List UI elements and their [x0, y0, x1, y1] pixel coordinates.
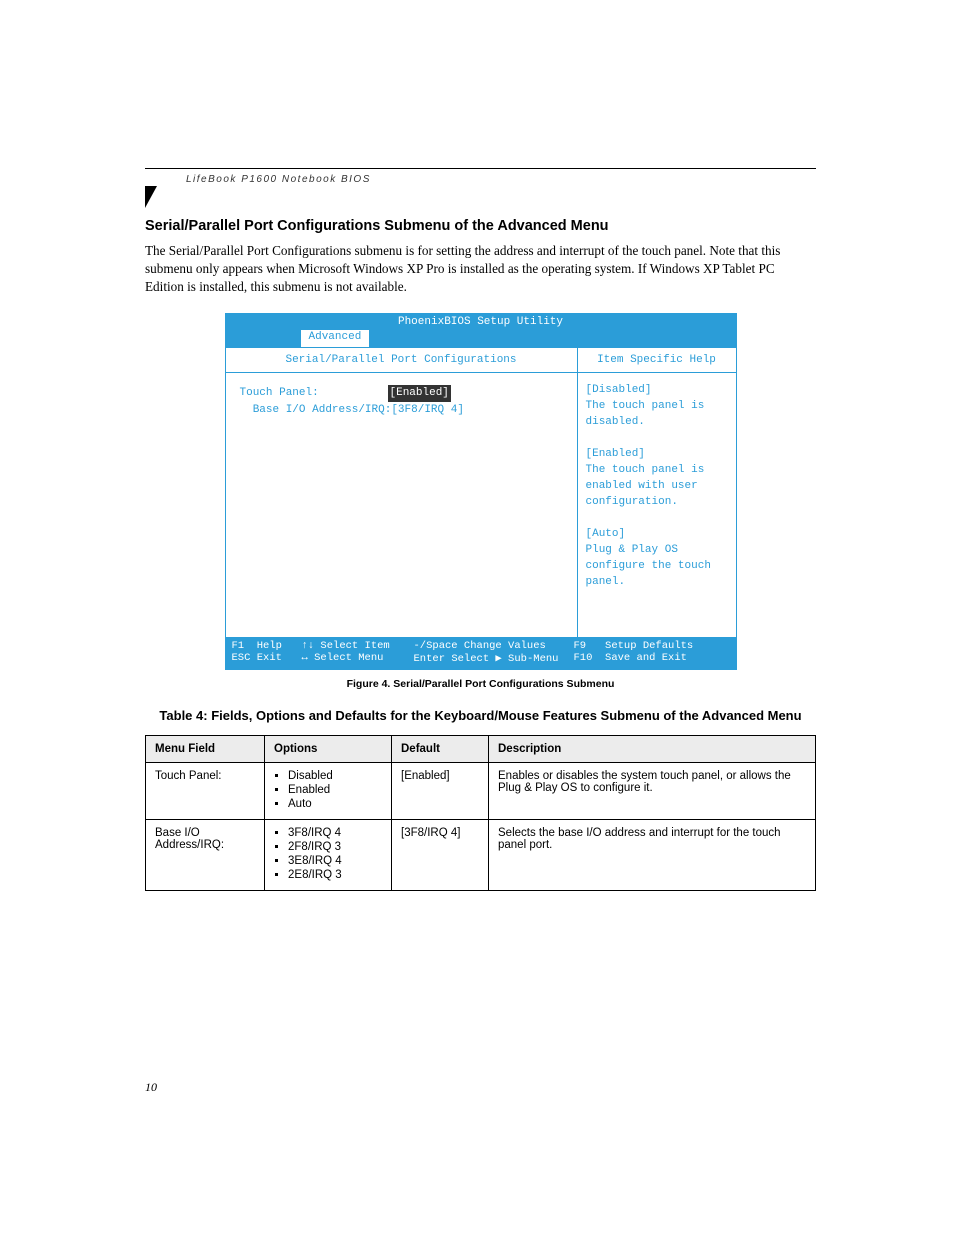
bios-help-pane: Item Specific Help [Disabled] The touch … — [578, 348, 736, 637]
bios-row-base-io: Base I/O Address/IRQ: [3F8/IRQ 4] — [240, 402, 563, 419]
bios-key-leftright: ↔ — [302, 652, 308, 664]
option-item: 2E8/IRQ 3 — [288, 869, 382, 881]
th-default: Default — [392, 736, 489, 763]
bios-left-heading: Serial/Parallel Port Configurations — [226, 348, 577, 373]
page-content: Serial/Parallel Port Configurations Subm… — [145, 218, 816, 891]
bios-settings-list: Touch Panel: [Enabled] Base I/O Address/… — [226, 373, 577, 637]
option-item: Disabled — [288, 770, 382, 782]
bios-action-help: Help — [257, 640, 282, 652]
cell-menu-field: Touch Panel: — [146, 763, 265, 820]
th-menu-field: Menu Field — [146, 736, 265, 763]
header-rule — [145, 168, 816, 169]
option-item: Auto — [288, 798, 382, 810]
option-item: 3F8/IRQ 4 — [288, 827, 382, 839]
bios-footer-row1: F1 Help ↑↓ Select Item -/Space Change Va… — [232, 640, 730, 652]
bios-footer-row2: ESC Exit ↔ Select Menu Enter Select ▶ Su… — [232, 652, 730, 665]
bios-key-updown: ↑↓ — [302, 640, 315, 652]
option-item: Enabled — [288, 784, 382, 796]
cell-description: Enables or disables the system touch pan… — [489, 763, 816, 820]
bios-tab-spacer — [226, 330, 301, 347]
bios-action-exit: Exit — [257, 652, 282, 664]
running-header: LifeBook P1600 Notebook BIOS — [186, 174, 371, 185]
table-header-row: Menu Field Options Default Description — [146, 736, 816, 763]
option-item: 3E8/IRQ 4 — [288, 855, 382, 867]
bios-help-text: [Disabled] The touch panel is disabled. … — [578, 373, 736, 600]
bios-action-select-item: Select Item — [320, 640, 389, 652]
table-row: Touch Panel: Disabled Enabled Auto [Enab… — [146, 763, 816, 820]
bios-title: PhoenixBIOS Setup Utility — [226, 314, 736, 330]
th-options: Options — [265, 736, 392, 763]
bios-action-change-values: Change Values — [464, 640, 546, 652]
bios-label: Touch Panel: — [240, 385, 388, 402]
bios-key-f1: F1 — [232, 640, 245, 652]
cell-default: [Enabled] — [392, 763, 489, 820]
wedge-icon — [145, 186, 157, 208]
cell-menu-field: Base I/O Address/IRQ: — [146, 820, 265, 891]
bios-key-f10: F10 — [574, 652, 593, 664]
bios-action-select-menu: Select Menu — [314, 652, 383, 664]
bios-key-f9: F9 — [574, 640, 587, 652]
bios-action-save-exit: Save and Exit — [605, 652, 687, 664]
bios-tab-advanced: Advanced — [301, 330, 370, 347]
page-number: 10 — [145, 1080, 157, 1095]
th-description: Description — [489, 736, 816, 763]
bios-label: Base I/O Address/IRQ: — [240, 402, 392, 419]
cell-options: 3F8/IRQ 4 2F8/IRQ 3 3E8/IRQ 4 2E8/IRQ 3 — [265, 820, 392, 891]
table-title: Table 4: Fields, Options and Defaults fo… — [145, 708, 816, 723]
bios-right-heading: Item Specific Help — [578, 348, 736, 373]
bios-row-touch-panel: Touch Panel: [Enabled] — [240, 385, 563, 402]
figure-caption: Figure 4. Serial/Parallel Port Configura… — [145, 678, 816, 690]
bios-action-setup-defaults: Setup Defaults — [605, 640, 693, 652]
bios-key-space: -/Space — [414, 640, 458, 652]
table-row: Base I/O Address/IRQ: 3F8/IRQ 4 2F8/IRQ … — [146, 820, 816, 891]
intro-paragraph: The Serial/Parallel Port Configurations … — [145, 242, 816, 295]
cell-description: Selects the base I/O address and interru… — [489, 820, 816, 891]
bios-action-select-submenu: Select ▶ Sub-Menu — [451, 653, 558, 665]
bios-key-esc: ESC — [232, 652, 251, 664]
document-page: LifeBook P1600 Notebook BIOS Serial/Para… — [0, 0, 954, 1235]
bios-key-enter: Enter — [414, 653, 446, 665]
section-title: Serial/Parallel Port Configurations Subm… — [145, 218, 816, 234]
bios-tab-fill — [369, 330, 735, 347]
cell-default: [3F8/IRQ 4] — [392, 820, 489, 891]
bios-value: [3F8/IRQ 4] — [391, 402, 464, 419]
bios-footer: F1 Help ↑↓ Select Item -/Space Change Va… — [226, 637, 736, 669]
bios-tab-bar: Advanced — [226, 330, 736, 347]
option-item: 2F8/IRQ 3 — [288, 841, 382, 853]
bios-value-selected: [Enabled] — [388, 385, 451, 402]
options-table: Menu Field Options Default Description T… — [145, 735, 816, 891]
bios-screenshot: PhoenixBIOS Setup Utility Advanced Seria… — [225, 313, 737, 670]
bios-body: Serial/Parallel Port Configurations Touc… — [226, 347, 736, 637]
bios-left-pane: Serial/Parallel Port Configurations Touc… — [226, 348, 578, 637]
cell-options: Disabled Enabled Auto — [265, 763, 392, 820]
